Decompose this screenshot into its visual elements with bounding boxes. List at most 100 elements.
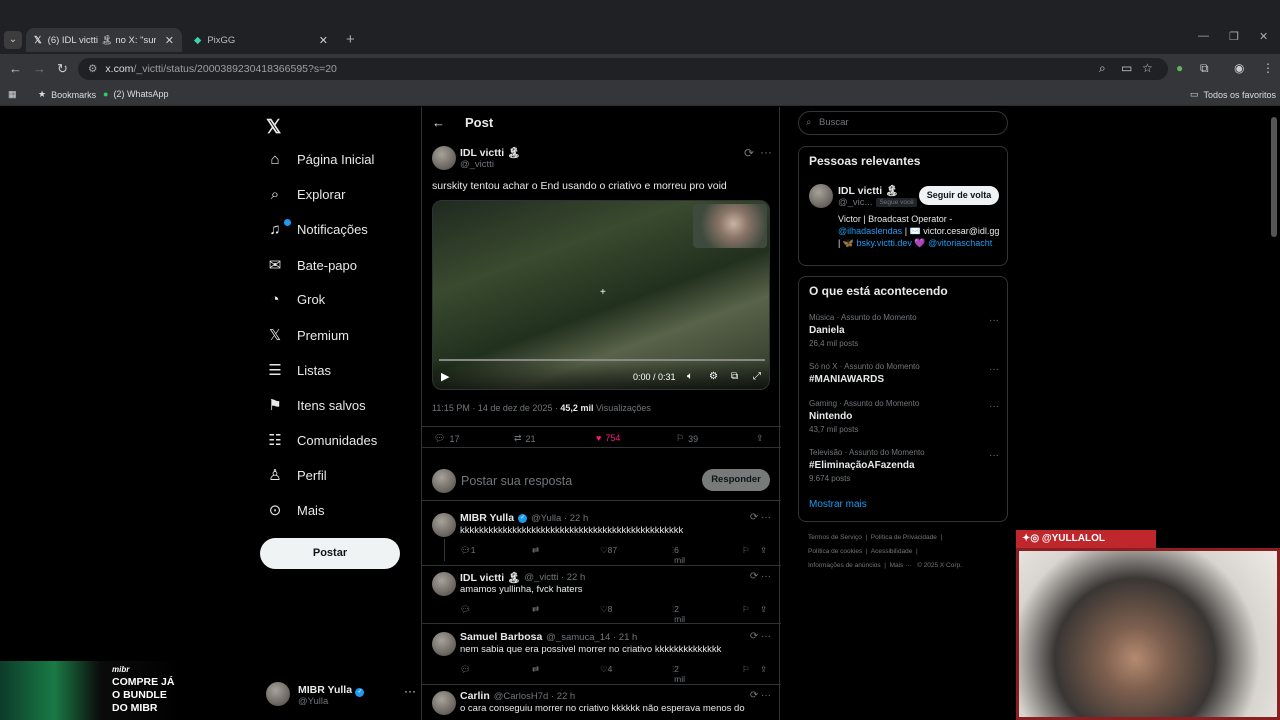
nav-communities[interactable]: ☷ Comunidades xyxy=(266,431,377,449)
share-icon[interactable]: ⇪ xyxy=(756,433,764,444)
nav-bookmarks[interactable]: ⚑ Itens salvos xyxy=(266,396,365,414)
reply-item[interactable]: MIBR Yulla ✓ @Yulla · 22 h ⟳ ··· kkkkkkkkk… xyxy=(422,507,781,566)
more-options-icon[interactable]: ··· xyxy=(404,684,416,698)
menu-icon[interactable]: ⋮ xyxy=(1262,61,1274,75)
bookmark-icon[interactable]: ⚐ xyxy=(742,545,750,556)
video-player[interactable]: + ▶ 0:00 / 0:31 🔈︎ ⚙ ⧉ ⤢ xyxy=(432,200,770,390)
nav-chat[interactable]: ✉ Bate-papo xyxy=(266,256,357,274)
views-count[interactable]: ⫶ 2 mil xyxy=(672,604,685,624)
bookmark-icon[interactable]: ⚐ xyxy=(742,604,750,615)
reply-button[interactable]: Responder xyxy=(702,469,770,491)
profile-avatar-icon[interactable]: ◉ xyxy=(1234,61,1244,75)
extension-green-icon[interactable]: ● xyxy=(1176,61,1183,75)
nav-grok[interactable]: ◔ Grok xyxy=(266,291,325,308)
back-arrow-icon[interactable]: ← xyxy=(432,115,445,130)
bookmark-item-bookmarks[interactable]: ★ Bookmarks xyxy=(38,89,96,100)
star-icon[interactable]: ☆ xyxy=(1142,61,1153,75)
share-icon[interactable]: ⇪ xyxy=(760,604,767,615)
avatar[interactable] xyxy=(432,146,456,170)
volume-icon[interactable]: 🔈︎ xyxy=(687,371,693,382)
repost-action[interactable]: ⇄ 21 xyxy=(514,433,536,444)
like-action[interactable]: ♥ 754 xyxy=(596,433,620,443)
grok-explain-icon[interactable]: ⟳ xyxy=(744,146,754,160)
post-button[interactable]: Postar xyxy=(260,538,400,569)
nav-lists[interactable]: ☰ Listas xyxy=(266,361,331,379)
show-more-link[interactable]: Mostrar mais xyxy=(809,499,867,510)
avatar[interactable] xyxy=(432,691,456,715)
bookmark-action[interactable]: ⚐ 39 xyxy=(676,433,698,444)
share-icon[interactable]: ⇪ xyxy=(760,545,767,556)
more-options-icon[interactable]: ··· xyxy=(760,145,772,159)
zoom-icon[interactable]: ⌕ xyxy=(1099,61,1106,76)
views-count[interactable]: ⫶ 6 mil xyxy=(672,545,685,565)
trend-item[interactable]: Música · Assunto do Momento Daniela 26,4… xyxy=(809,313,999,348)
avatar[interactable] xyxy=(432,572,456,596)
more-options-icon[interactable]: ··· xyxy=(989,364,999,375)
account-switcher[interactable]: MIBR Yulla ✓ @Yulla ··· xyxy=(266,680,416,710)
nav-home[interactable]: ⌂ Página Inicial xyxy=(266,151,374,168)
like-count[interactable]: ♡ 87 xyxy=(600,545,617,556)
close-tab-icon[interactable]: ✕ xyxy=(165,34,174,47)
all-bookmarks-folder[interactable]: ▭ Todos os favoritos xyxy=(1190,89,1276,100)
nav-notifications[interactable]: ♫ Notificações xyxy=(266,219,368,238)
close-window-icon[interactable]: ✕ xyxy=(1259,30,1268,43)
nav-premium[interactable]: 𝕏 Premium xyxy=(266,326,349,344)
post-author-handle[interactable]: @_victti xyxy=(460,159,494,170)
nav-profile[interactable]: ♙ Perfil xyxy=(266,466,326,484)
reply-count[interactable]: 💬︎ 1 xyxy=(460,545,476,556)
repost-icon[interactable]: ⇄ xyxy=(532,545,539,556)
more-options-icon[interactable]: ··· xyxy=(989,315,999,326)
more-options-icon[interactable]: ⟳ ··· xyxy=(750,571,771,582)
reply-icon[interactable]: 💬︎ xyxy=(460,604,471,615)
follow-back-button[interactable]: Seguir de volta xyxy=(919,186,999,205)
maximize-icon[interactable]: ❐ xyxy=(1229,30,1239,43)
avatar[interactable] xyxy=(809,184,833,208)
reply-item[interactable]: Carlin @CarlosH7d · 22 h ⟳ ··· o cara con… xyxy=(422,685,781,720)
like-count[interactable]: ♡ 8 xyxy=(600,604,612,615)
trend-item[interactable]: Televisão · Assunto do Momento #Eliminaç… xyxy=(809,448,999,483)
reply-icon[interactable]: 💬︎ xyxy=(460,664,471,675)
fullscreen-icon[interactable]: ⤢ xyxy=(753,371,761,382)
nav-more[interactable]: ⊙ Mais xyxy=(266,501,325,519)
apps-icon[interactable]: ▦ xyxy=(8,89,17,100)
more-options-icon[interactable]: ··· xyxy=(989,450,999,461)
repost-icon[interactable]: ⇄ xyxy=(532,664,539,675)
views-count[interactable]: ⫶ 2 mil xyxy=(672,664,685,684)
like-count[interactable]: ♡ 4 xyxy=(600,664,612,675)
nav-explore[interactable]: ⌕ Explorar xyxy=(266,186,346,203)
more-options-icon[interactable]: ⟳ ··· xyxy=(750,512,771,523)
page-scrollbar[interactable] xyxy=(1271,117,1277,237)
repost-icon[interactable]: ⇄ xyxy=(532,604,539,615)
extensions-icon[interactable]: ⧉ xyxy=(1200,61,1209,76)
back-icon[interactable]: ← xyxy=(9,61,22,76)
reply-item[interactable]: Samuel Barbosa @_samuca_14 · 21 h ⟳ ··· n… xyxy=(422,626,781,685)
tab-x-post[interactable]: 𝕏 (6) IDL victti 🏝 no X: "surskity ✕ xyxy=(26,28,182,52)
post-author-name[interactable]: IDL victti 🏝 xyxy=(460,146,520,159)
video-progress-bar[interactable] xyxy=(439,359,765,361)
new-tab-icon[interactable]: + xyxy=(346,31,355,48)
trend-item[interactable]: Só no X · Assunto do Momento #MANIAWARDS… xyxy=(809,362,999,385)
bookmark-item-whatsapp[interactable]: ● (2) WhatsApp xyxy=(103,89,168,99)
reply-action[interactable]: 💬︎ 17 xyxy=(434,433,459,444)
tab-search-button[interactable]: ⌄ xyxy=(4,31,22,49)
avatar[interactable] xyxy=(432,513,456,537)
cast-icon[interactable]: ▭ xyxy=(1121,61,1132,75)
reply-item[interactable]: IDL victti 🏝 @_victti · 22 h ⟳ ··· amamos… xyxy=(422,566,781,624)
reload-icon[interactable]: ↻ xyxy=(57,61,68,77)
site-info-icon[interactable]: ⚙ xyxy=(88,63,97,75)
close-tab-icon[interactable]: ✕ xyxy=(319,34,328,47)
bookmark-icon[interactable]: ⚐ xyxy=(742,664,750,675)
share-icon[interactable]: ⇪ xyxy=(760,664,767,675)
pip-icon[interactable]: ⧉ xyxy=(731,371,738,382)
minimize-icon[interactable]: — xyxy=(1198,30,1209,42)
reply-input[interactable]: Postar sua resposta xyxy=(461,474,572,488)
forward-icon[interactable]: → xyxy=(33,61,46,76)
tab-pixgg[interactable]: ◆ PixGG ✕ xyxy=(186,28,336,52)
more-options-icon[interactable]: ⟳ ··· xyxy=(750,631,771,642)
play-icon[interactable]: ▶ xyxy=(441,370,449,383)
settings-icon[interactable]: ⚙ xyxy=(709,371,718,382)
more-options-icon[interactable]: ··· xyxy=(989,401,999,412)
trend-item[interactable]: Gaming · Assunto do Momento Nintendo 43,… xyxy=(809,399,999,434)
avatar[interactable] xyxy=(432,632,456,656)
x-logo-icon[interactable]: 𝕏 xyxy=(266,116,281,139)
